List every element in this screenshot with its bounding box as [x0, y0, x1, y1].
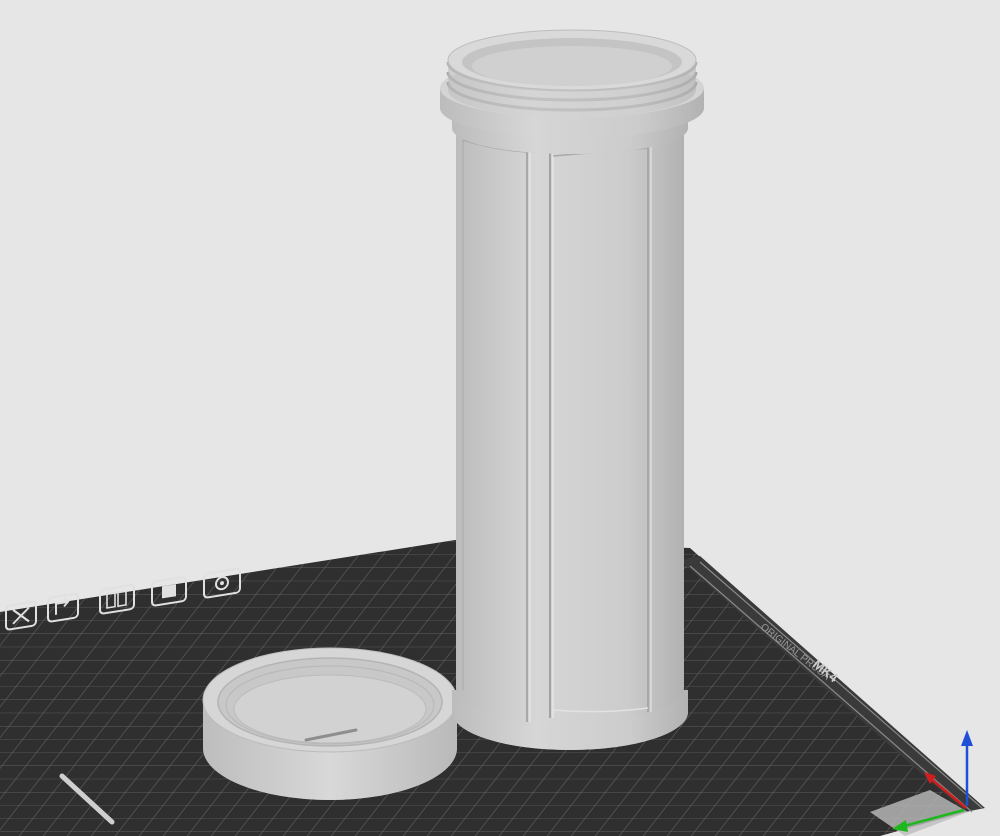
- screw-lid[interactable]: [202, 647, 458, 800]
- 3d-viewport[interactable]: ORIGINAL PRUSA MK4: [0, 0, 1000, 836]
- axis-z-arrow: [961, 730, 973, 746]
- cylinder-container[interactable]: [440, 29, 704, 750]
